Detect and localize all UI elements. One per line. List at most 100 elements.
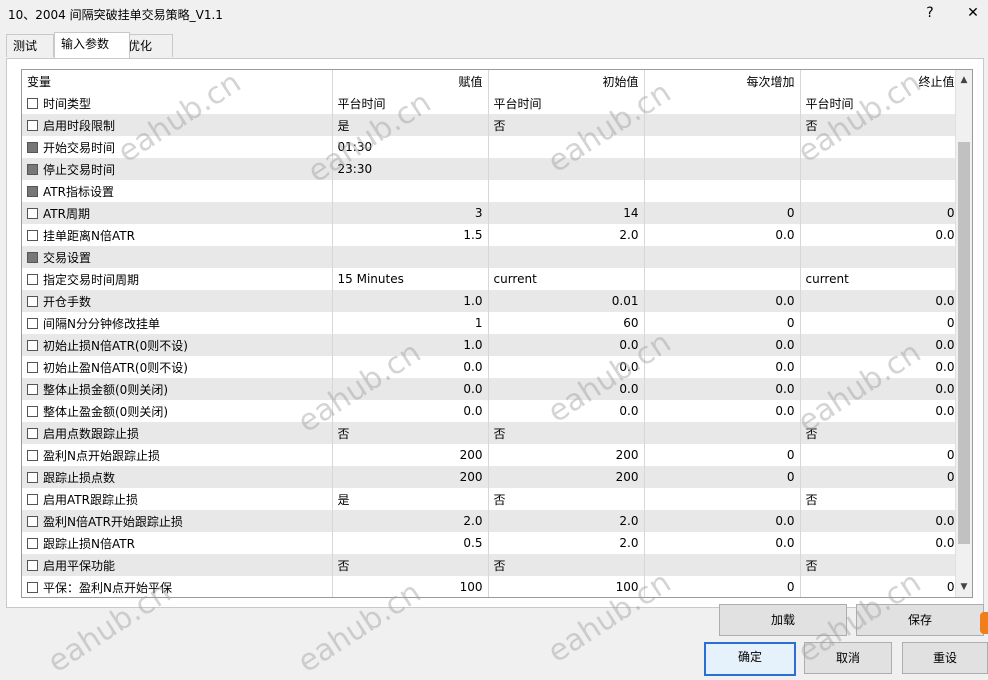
variable-cell[interactable]: 启用点数跟踪止损 (22, 422, 333, 444)
step-cell[interactable]: 0.0 (644, 290, 801, 312)
tab-test[interactable]: 测试 (6, 34, 54, 57)
checkbox-icon[interactable] (27, 295, 38, 307)
start-cell[interactable]: 14 (488, 202, 645, 224)
stop-cell[interactable] (800, 246, 961, 268)
table-row[interactable]: 开仓手数 1.0 0.01 0.0 0.0 (22, 290, 961, 312)
variable-cell[interactable]: 挂单距离N倍ATR (22, 224, 333, 246)
table-row[interactable]: ATR周期 3 14 0 0 (22, 202, 961, 224)
step-cell[interactable] (644, 246, 801, 268)
checkbox-icon[interactable] (27, 471, 38, 483)
group-checkbox-icon[interactable] (27, 185, 38, 197)
ok-button[interactable]: 确定 (704, 642, 796, 676)
cancel-button[interactable]: 取消 (804, 642, 892, 674)
step-cell[interactable]: 0.0 (644, 400, 801, 422)
start-cell[interactable] (488, 136, 645, 158)
stop-cell[interactable] (800, 136, 961, 158)
tab-inputs[interactable]: 输入参数 (54, 32, 130, 58)
table-row[interactable]: 启用时段限制是否否 (22, 114, 961, 136)
stop-cell[interactable]: 否 (800, 488, 961, 510)
stop-cell[interactable]: 否 (800, 422, 961, 444)
start-cell[interactable]: 0.0 (488, 400, 645, 422)
variable-cell[interactable]: 启用平保功能 (22, 554, 333, 576)
step-cell[interactable]: 0 (644, 202, 801, 224)
checkbox-icon[interactable] (27, 515, 38, 527)
step-cell[interactable]: 0 (644, 466, 801, 488)
stop-cell[interactable]: 否 (800, 554, 961, 576)
variable-cell[interactable]: 启用ATR跟踪止损 (22, 488, 333, 510)
stop-cell[interactable]: 0 (800, 466, 961, 488)
step-cell[interactable]: 0.0 (644, 378, 801, 400)
table-row[interactable]: 跟踪止损N倍ATR 0.5 2.0 0.0 0.0 (22, 532, 961, 554)
close-button[interactable]: ✕ (958, 2, 988, 24)
start-cell[interactable]: 100 (488, 576, 645, 597)
group-checkbox-icon[interactable] (27, 141, 38, 153)
step-cell[interactable] (644, 180, 801, 202)
table-row[interactable]: 盈利N点开始跟踪止损 200 200 0 0 (22, 444, 961, 466)
variable-cell[interactable]: 开始交易时间 (22, 136, 333, 158)
value-cell[interactable]: 100 (332, 576, 489, 597)
start-cell[interactable]: 0.0 (488, 356, 645, 378)
variable-cell[interactable]: 启用时段限制 (22, 114, 333, 136)
table-row[interactable]: 停止交易时间 23:30 (22, 158, 961, 180)
checkbox-icon[interactable] (27, 317, 38, 329)
table-row[interactable]: 整体止损金额(0则关闭) 0.0 0.0 0.0 0.0 (22, 378, 961, 400)
table-row[interactable]: 启用点数跟踪止损否否否 (22, 422, 961, 444)
checkbox-icon[interactable] (27, 559, 38, 571)
table-row[interactable]: 时间类型 平台时间 平台时间 平台时间 (22, 92, 961, 114)
checkbox-icon[interactable] (27, 273, 38, 285)
value-cell[interactable] (332, 246, 489, 268)
stop-cell[interactable]: 0 (800, 444, 961, 466)
col-value[interactable]: 赋值 (332, 70, 489, 92)
stop-cell[interactable] (800, 180, 961, 202)
value-cell[interactable]: 2.0 (332, 510, 489, 532)
vertical-scrollbar[interactable]: ▲ ▼ (955, 70, 972, 597)
scrollbar-thumb[interactable] (958, 142, 970, 544)
table-row[interactable]: 挂单距离N倍ATR 1.5 2.0 0.0 0.0 (22, 224, 961, 246)
col-variable[interactable]: 变量 (22, 70, 333, 92)
value-cell[interactable]: 是 (332, 114, 489, 136)
group-checkbox-icon[interactable] (27, 163, 38, 175)
variable-cell[interactable]: 跟踪止损点数 (22, 466, 333, 488)
step-cell[interactable] (644, 554, 801, 576)
variable-cell[interactable]: 整体止盈金额(0则关闭) (22, 400, 333, 422)
step-cell[interactable]: 0 (644, 576, 801, 597)
checkbox-icon[interactable] (27, 97, 38, 109)
step-cell[interactable] (644, 136, 801, 158)
start-cell[interactable]: 2.0 (488, 532, 645, 554)
col-step[interactable]: 每次增加 (644, 70, 801, 92)
step-cell[interactable]: 0.0 (644, 510, 801, 532)
step-cell[interactable]: 0 (644, 312, 801, 334)
checkbox-icon[interactable] (27, 383, 38, 395)
checkbox-icon[interactable] (27, 207, 38, 219)
step-cell[interactable]: 0.0 (644, 532, 801, 554)
checkbox-icon[interactable] (27, 449, 38, 461)
start-cell[interactable]: 否 (488, 554, 645, 576)
checkbox-icon[interactable] (27, 581, 38, 593)
table-row[interactable]: 间隔N分分钟修改挂单 1 60 0 0 (22, 312, 961, 334)
stop-cell[interactable]: 否 (800, 114, 961, 136)
table-row[interactable]: 启用平保功能否否否 (22, 554, 961, 576)
start-cell[interactable]: 200 (488, 444, 645, 466)
step-cell[interactable]: 0.0 (644, 356, 801, 378)
chevron-up-icon[interactable]: ▲ (956, 72, 972, 88)
value-cell[interactable]: 0.0 (332, 378, 489, 400)
start-cell[interactable]: 否 (488, 114, 645, 136)
value-cell[interactable]: 200 (332, 466, 489, 488)
load-button[interactable]: 加载 (719, 604, 847, 636)
step-cell[interactable]: 0.0 (644, 334, 801, 356)
table-row[interactable]: 平保：盈利N点开始平保 100 100 0 0 (22, 576, 961, 597)
value-cell[interactable]: 15 Minutes (332, 268, 489, 290)
step-cell[interactable] (644, 422, 801, 444)
variable-cell[interactable]: 初始止损N倍ATR(0则不设) (22, 334, 333, 356)
start-cell[interactable]: 60 (488, 312, 645, 334)
stop-cell[interactable]: 0 (800, 312, 961, 334)
value-cell[interactable]: 23:30 (332, 158, 489, 180)
stop-cell[interactable]: 0.0 (800, 224, 961, 246)
start-cell[interactable]: 0.0 (488, 378, 645, 400)
value-cell[interactable]: 01:30 (332, 136, 489, 158)
table-row[interactable]: 交易设置 (22, 246, 961, 268)
step-cell[interactable] (644, 268, 801, 290)
variable-cell[interactable]: 整体止损金额(0则关闭) (22, 378, 333, 400)
value-cell[interactable] (332, 180, 489, 202)
variable-cell[interactable]: 交易设置 (22, 246, 333, 268)
